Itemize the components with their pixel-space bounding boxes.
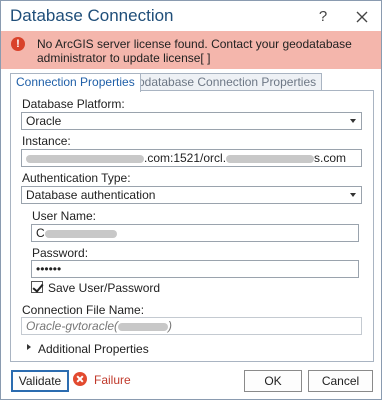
- instance-label: Instance:: [22, 134, 71, 148]
- username-input[interactable]: C: [31, 224, 359, 242]
- connection-file-suffix: ): [168, 319, 173, 333]
- save-credentials-checkbox[interactable]: [31, 281, 44, 293]
- tab-geodatabase-connection-properties[interactable]: Geodatabase Connection Properties: [116, 73, 323, 91]
- database-connection-dialog: Database Connection ? ! No ArcGIS server…: [0, 0, 382, 400]
- instance-input[interactable]: .com:1521/orcl. s.com: [21, 149, 362, 167]
- alert-message: No ArcGIS server license found. Contact …: [37, 37, 352, 65]
- connection-file-value: Oracle-gvtoracle(: [26, 319, 119, 333]
- redacted-text: [26, 154, 144, 163]
- password-label: Password:: [32, 246, 89, 260]
- redacted-text: [44, 229, 117, 238]
- chevron-down-icon: [350, 193, 356, 197]
- auth-type-value: Database authentication: [26, 188, 156, 202]
- validation-status: Failure: [94, 373, 131, 387]
- close-icon: [356, 11, 368, 23]
- connection-file-input: Oracle-gvtoracle(): [21, 317, 362, 335]
- auth-type-select[interactable]: Database authentication: [21, 186, 362, 204]
- platform-select[interactable]: Oracle: [21, 112, 362, 130]
- auth-type-label: Authentication Type:: [22, 171, 131, 185]
- checkmark-icon: [32, 281, 44, 293]
- additional-properties-expander[interactable]: Additional Properties: [38, 342, 149, 356]
- chevron-down-icon: [350, 119, 356, 123]
- title-bar: Database Connection ?: [1, 1, 381, 31]
- license-alert-banner: ! No ArcGIS server license found. Contac…: [1, 31, 381, 69]
- help-button[interactable]: ?: [313, 7, 333, 27]
- validate-button[interactable]: Validate: [11, 370, 69, 392]
- error-x-icon: [73, 372, 87, 386]
- password-value: ••••••: [36, 262, 62, 276]
- tab-connection-properties[interactable]: Connection Properties: [10, 73, 141, 92]
- close-button[interactable]: [351, 6, 373, 28]
- exclamation-icon: !: [11, 37, 25, 51]
- chevron-right-icon[interactable]: [27, 344, 31, 350]
- platform-value: Oracle: [26, 114, 62, 128]
- username-label: User Name:: [32, 209, 97, 223]
- redacted-text: [226, 154, 315, 163]
- username-value: C: [36, 226, 45, 240]
- dialog-title: Database Connection: [10, 6, 174, 25]
- platform-label: Database Platform:: [22, 97, 125, 111]
- redacted-text: [118, 322, 169, 331]
- save-credentials-label: Save User/Password: [48, 281, 161, 295]
- password-input[interactable]: ••••••: [31, 260, 359, 278]
- instance-value-end: s.com: [314, 151, 347, 165]
- ok-button[interactable]: OK: [244, 370, 302, 392]
- connection-file-label: Connection File Name:: [22, 303, 145, 317]
- cancel-button[interactable]: Cancel: [308, 370, 373, 392]
- instance-value-middle: .com:1521/orcl.: [144, 151, 227, 165]
